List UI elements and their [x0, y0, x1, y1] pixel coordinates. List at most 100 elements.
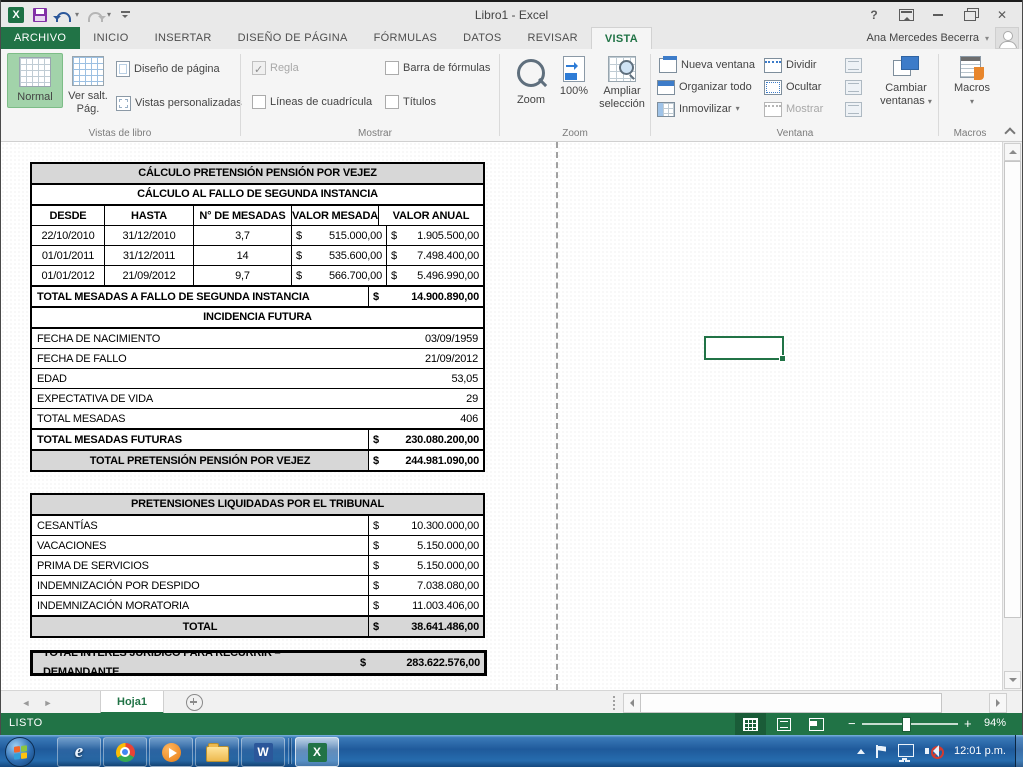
zoom-slider-thumb[interactable] [902, 717, 911, 732]
scroll-down-icon[interactable] [1004, 671, 1021, 689]
tab-archivo[interactable]: ARCHIVO [0, 27, 80, 49]
taskbar-media-player-button[interactable] [149, 737, 193, 767]
scroll-up-icon[interactable] [1004, 143, 1021, 161]
zoom-out-icon[interactable]: − [848, 716, 856, 731]
zoom-level[interactable]: 94% [984, 717, 1006, 729]
vertical-scrollbar[interactable] [1002, 142, 1022, 690]
split-button[interactable]: Dividir [764, 55, 817, 75]
new-window-button[interactable]: Nueva ventana [657, 55, 755, 75]
table-row[interactable]: FECHA DE NACIMIENTO03/09/1959 [32, 327, 483, 348]
total-interes-row[interactable]: TOTAL INTERÉS JURÍDICO PARA RECURRIR – D… [33, 653, 484, 673]
zoom-to-selection-button[interactable]: Ampliar selección [592, 53, 652, 114]
tab-revisar[interactable]: REVISAR [515, 27, 591, 49]
tab-insertar[interactable]: INSERTAR [142, 27, 225, 49]
tab-diseno-de-pagina[interactable]: DISEÑO DE PÁGINA [225, 27, 361, 49]
custom-views-button[interactable]: Vistas personalizadas [116, 93, 242, 113]
taskbar-excel-button[interactable]: X [295, 737, 339, 767]
titulos-checkbox[interactable]: Títulos [385, 92, 436, 112]
close-button[interactable] [989, 5, 1015, 24]
checkbox-checked-icon [252, 61, 266, 75]
table-row[interactable]: TOTAL MESADAS406 [32, 408, 483, 428]
macros-button[interactable]: Macros ▾ [944, 53, 1000, 111]
tab-vista[interactable]: VISTA [591, 27, 652, 49]
account-area[interactable]: Ana Mercedes Becerra ▾ [866, 27, 1023, 49]
synchronous-scrolling-button [845, 77, 862, 97]
sheet-nav-right-icon[interactable]: ► [41, 691, 55, 714]
help-button[interactable] [861, 5, 887, 24]
table-row[interactable]: PRIMA DE SERVICIOS $5.150.000,00 [32, 555, 483, 575]
customize-qat-icon[interactable] [120, 10, 131, 19]
window-controls [861, 5, 1023, 24]
table-row[interactable]: VACACIONES $5.150.000,00 [32, 535, 483, 555]
page-break-preview-button[interactable]: Ver salt. Pág. [59, 53, 117, 119]
zoom-button[interactable]: Zoom [506, 53, 556, 110]
total-mesadas-futuras-row[interactable]: TOTAL MESADAS FUTURAS $230.080.200,00 [32, 428, 483, 449]
volume-muted-icon[interactable] [925, 744, 941, 758]
normal-view-button[interactable]: Normal [7, 53, 63, 108]
zoom-100-button[interactable]: 100% [551, 53, 597, 101]
lineas-cuadricula-checkbox[interactable]: Líneas de cuadrícula [252, 92, 372, 112]
tab-inicio[interactable]: INICIO [80, 27, 141, 49]
view-page-break-button[interactable] [801, 713, 832, 735]
taskbar-explorer-button[interactable] [195, 737, 239, 767]
show-hidden-icons-icon[interactable] [857, 745, 865, 754]
table-row[interactable]: CESANTÍAS $10.300.000,00 [32, 514, 483, 535]
tab-datos[interactable]: DATOS [450, 27, 514, 49]
arrange-all-button[interactable]: Organizar todo [657, 77, 752, 97]
horizontal-scrollbar[interactable] [623, 693, 1007, 711]
minimize-button[interactable] [925, 5, 951, 24]
sheet-nav-left-icon[interactable]: ◄ [19, 691, 33, 714]
show-desktop-button[interactable] [1015, 735, 1023, 767]
table-subtitle-row[interactable]: CÁLCULO AL FALLO DE SEGUNDA INSTANCIA [32, 183, 483, 204]
tab-formulas[interactable]: FÓRMULAS [361, 27, 451, 49]
avatar[interactable] [995, 27, 1019, 49]
switch-windows-button[interactable]: Cambiar ventanas ▾ [874, 53, 938, 111]
network-icon[interactable] [898, 744, 914, 757]
scroll-left-icon[interactable] [623, 693, 641, 713]
total-segunda-instancia-row[interactable]: TOTAL MESADAS A FALLO DE SEGUNDA INSTANC… [32, 285, 483, 306]
table-row[interactable]: EXPECTATIVA DE VIDA29 [32, 388, 483, 408]
table-row[interactable]: EDAD53,05 [32, 368, 483, 388]
view-page-layout-button[interactable] [768, 713, 799, 735]
user-dropdown-icon[interactable]: ▾ [985, 34, 989, 43]
ribbon-display-options-button[interactable] [893, 5, 919, 24]
worksheet-area[interactable]: CÁLCULO PRETENSIÓN PENSIÓN POR VEJEZ CÁL… [1, 142, 1022, 690]
vertical-scrollbar-thumb[interactable] [1004, 161, 1021, 618]
total-tribunal-row[interactable]: TOTAL $38.641.486,00 [32, 615, 483, 636]
zoom-selection-icon [608, 56, 636, 82]
barra-formulas-checkbox[interactable]: Barra de fórmulas [385, 58, 490, 78]
table-row[interactable]: 01/01/2012 21/09/2012 9,7 $566.700,00 $5… [32, 265, 483, 285]
restore-button[interactable] [957, 5, 983, 24]
clock[interactable]: 12:01 p.m. [954, 745, 1006, 757]
windows-taskbar: e W X 12:01 p.m. [0, 735, 1023, 767]
table-row[interactable]: FECHA DE FALLO21/09/2012 [32, 348, 483, 368]
table-title-row[interactable]: CÁLCULO PRETENSIÓN PENSIÓN POR VEJEZ [32, 164, 483, 183]
scroll-right-icon[interactable] [989, 693, 1007, 713]
save-icon[interactable] [33, 8, 47, 22]
start-button[interactable] [5, 737, 35, 767]
view-normal-button[interactable] [735, 713, 766, 735]
action-center-flag-icon[interactable] [876, 745, 887, 758]
hide-button[interactable]: Ocultar [764, 77, 821, 97]
collapse-ribbon-icon[interactable] [1005, 128, 1015, 135]
new-sheet-icon[interactable] [186, 694, 203, 711]
taskbar-internet-explorer-button[interactable]: e [57, 737, 101, 767]
selected-cell[interactable] [704, 336, 784, 360]
taskbar-word-button[interactable]: W [241, 737, 285, 767]
tab-scroll-split-handle[interactable] [612, 695, 616, 710]
freeze-panes-button[interactable]: Inmovilizar ▾ [657, 99, 740, 119]
table-header-row[interactable]: DESDE HASTA N° DE MESADAS VALOR MESADA V… [32, 204, 483, 225]
taskbar-chrome-button[interactable] [103, 737, 147, 767]
zoom-in-icon[interactable]: + [964, 716, 972, 731]
total-pretension-row[interactable]: TOTAL PRETENSIÓN PENSIÓN POR VEJEZ $244.… [32, 449, 483, 470]
table-row[interactable]: 22/10/2010 31/12/2010 3,7 $515.000,00 $1… [32, 225, 483, 245]
table-row[interactable]: INDEMNIZACIÓN MORATORIA $11.003.406,00 [32, 595, 483, 615]
view-side-by-side-button [845, 55, 862, 75]
table-row[interactable]: INDEMNIZACIÓN POR DESPIDO $7.038.080,00 [32, 575, 483, 595]
table-title-row[interactable]: PRETENSIONES LIQUIDADAS POR EL TRIBUNAL [32, 495, 483, 514]
incidencia-title-row[interactable]: INCIDENCIA FUTURA [32, 306, 483, 327]
table-row[interactable]: 01/01/2011 31/12/2011 14 $535.600,00 $7.… [32, 245, 483, 265]
horizontal-scrollbar-thumb[interactable] [640, 693, 942, 713]
sheet-tab-hoja1[interactable]: Hoja1 [100, 691, 164, 714]
page-layout-button[interactable]: Diseño de página [116, 59, 220, 79]
